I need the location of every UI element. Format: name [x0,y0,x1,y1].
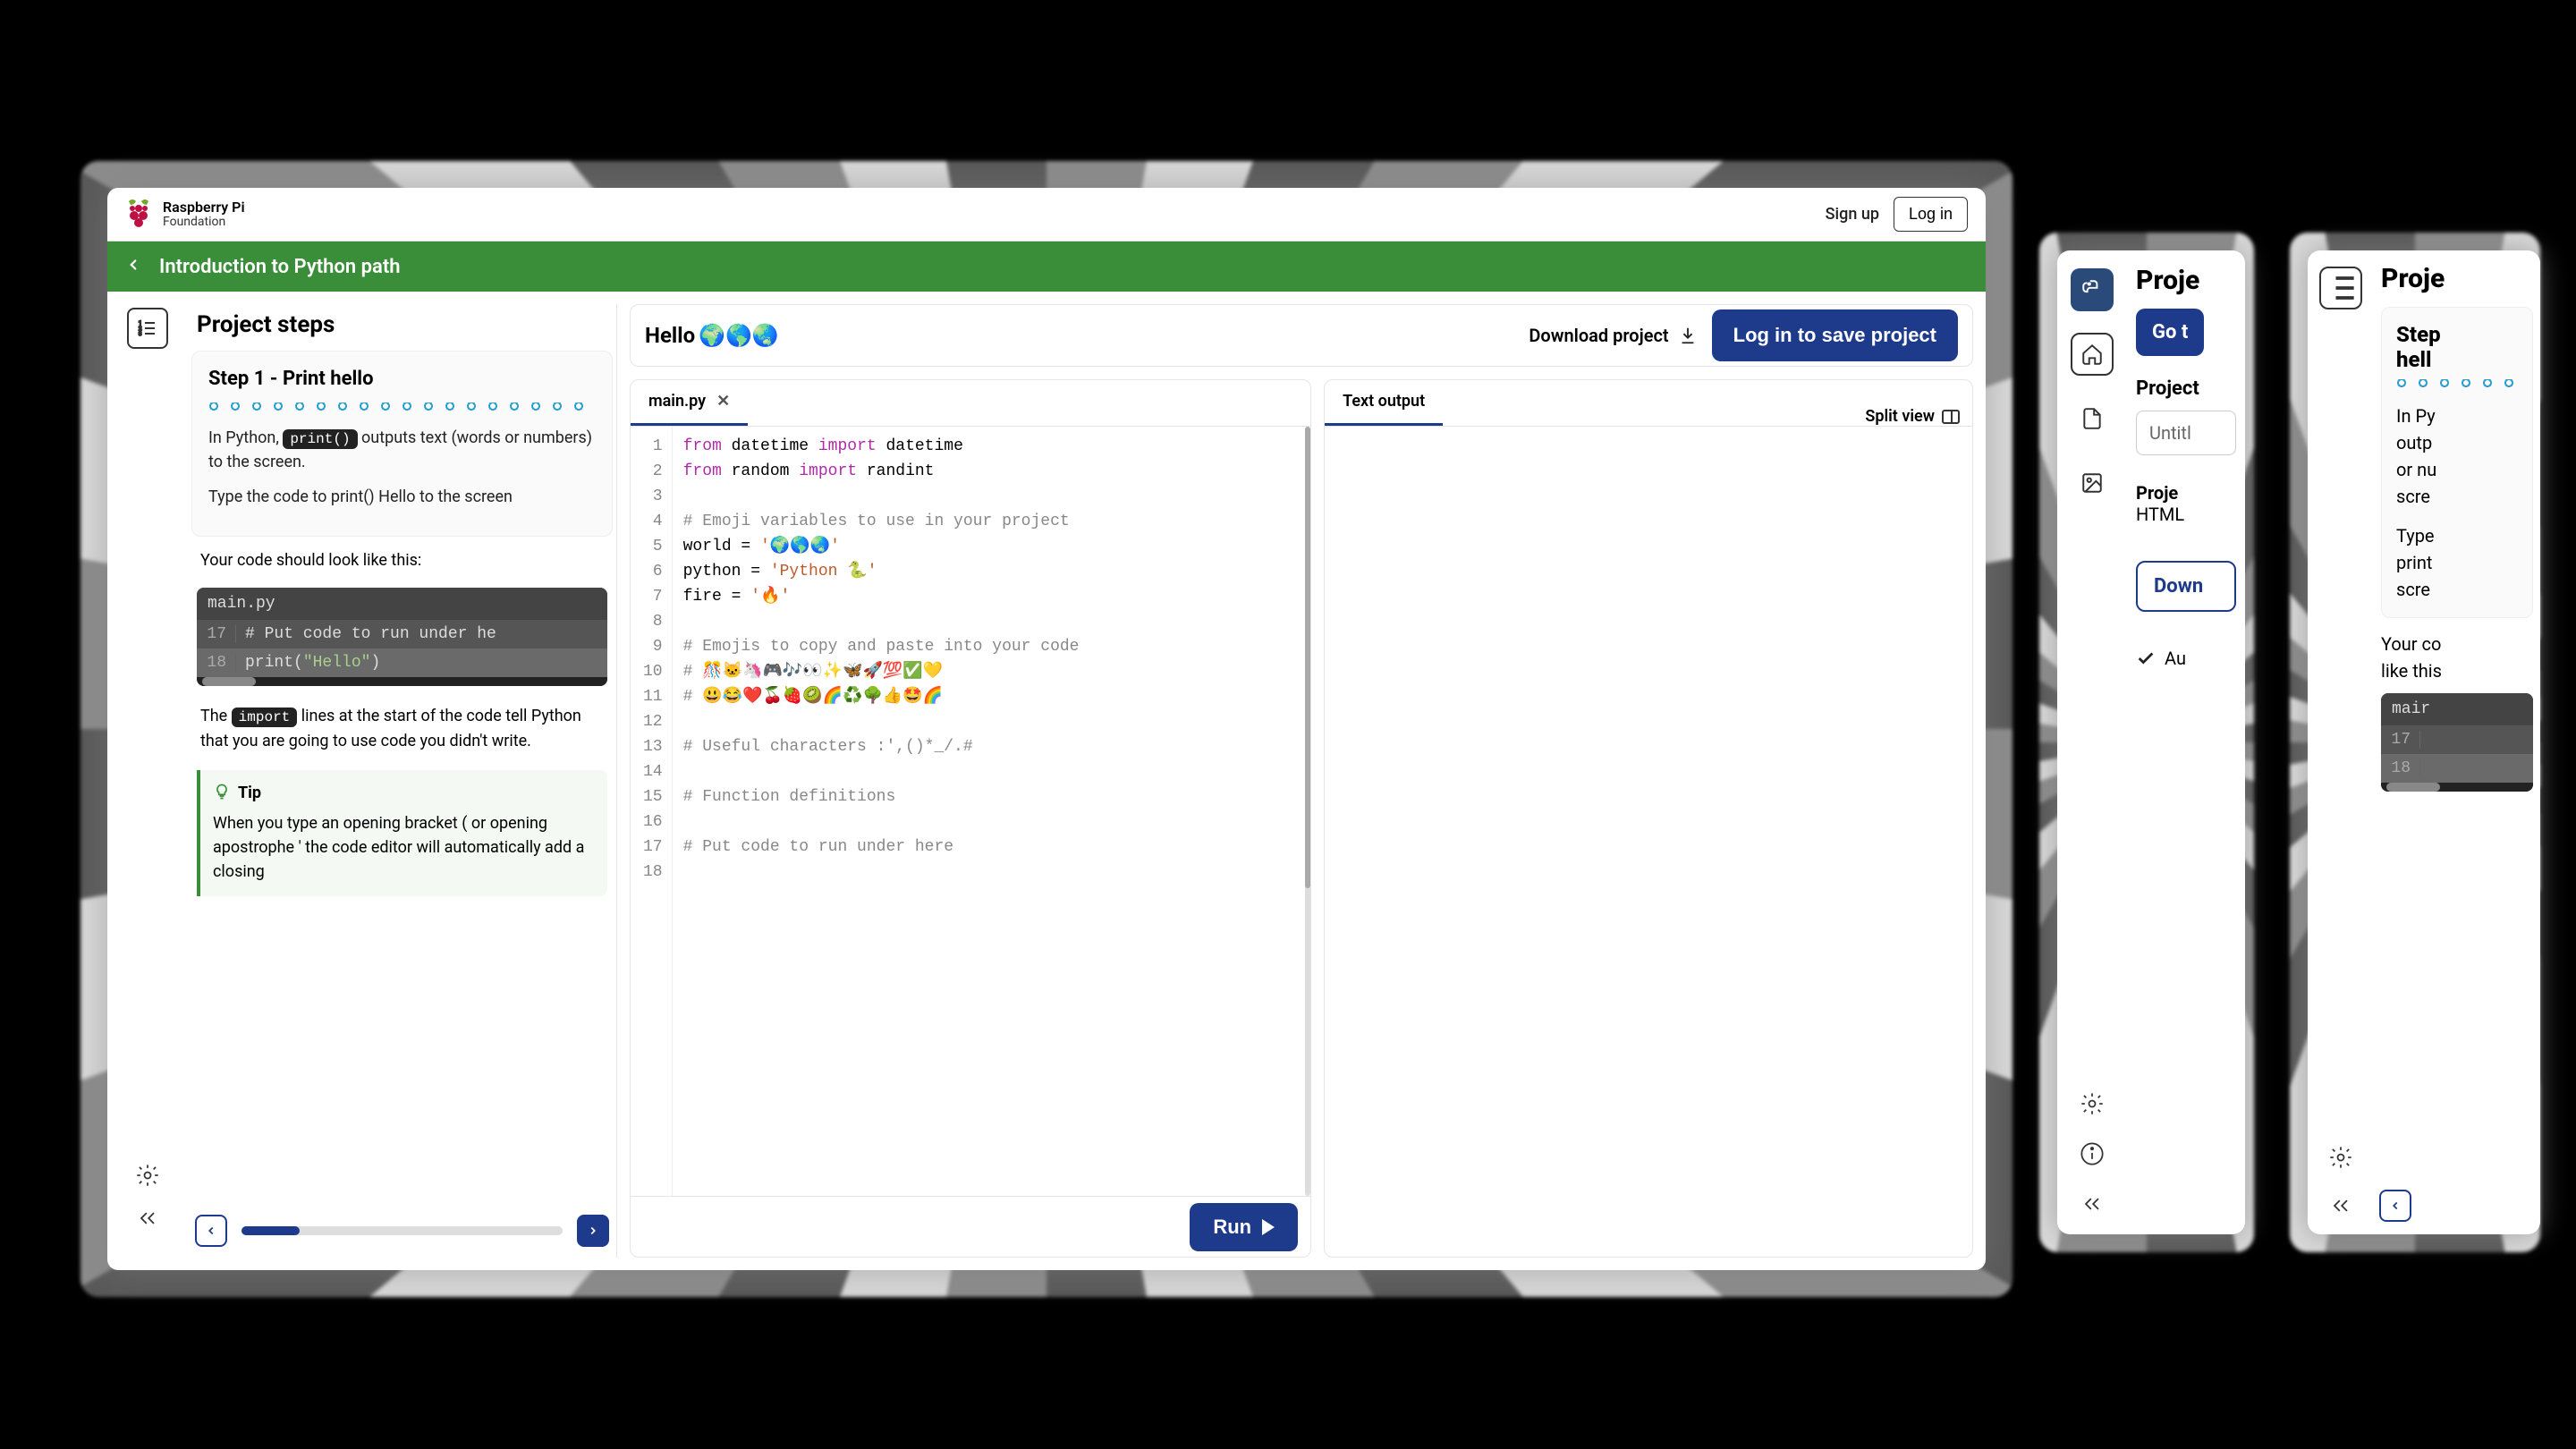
save-project-button[interactable]: Log in to save project [1712,309,1958,361]
partial2-heading: Proje [2136,265,2236,296]
text-output-area [1325,427,1972,1257]
svg-text:3: 3 [139,331,141,337]
project-steps-heading: Project steps [188,304,616,351]
project-steps-content[interactable]: Step 1 - Print hello In Python, print() … [188,351,616,1204]
main-window: Raspberry Pi Foundation Sign up Log in I… [107,188,1986,1270]
left-sidebar-rail: 123 [120,304,175,1258]
editor-tabs: main.py ✕ [631,380,1310,427]
tip-label: Tip [238,784,261,802]
step-card: Step 1 - Print hello In Python, print() … [191,351,613,537]
partial2-projecttype: ProjeHTML [2136,482,2236,525]
tip-callout: Tip When you type an opening bracket ( o… [197,770,607,896]
info-icon[interactable] [2080,1141,2105,1166]
partial2-projectname-input[interactable]: Untitl [2136,411,2236,455]
project-title-emojis: 🌍🌎🌏 [699,323,779,348]
partial3-prev-button[interactable] [2379,1190,2411,1222]
close-tab-icon[interactable]: ✕ [716,392,730,411]
prev-step-button[interactable] [195,1215,227,1247]
step-progress-bar[interactable] [242,1226,563,1235]
home-icon[interactable] [2071,333,2114,376]
next-step-button[interactable] [577,1215,609,1247]
text-output-tab[interactable]: Text output [1325,379,1443,426]
lightbulb-icon [213,783,231,804]
partial-window-steps-narrow: Proje Step hell In Py outp or nu scre Ty… [2308,250,2540,1234]
breadcrumb-bar: Introduction to Python path [107,242,1986,292]
import-code-chip: import [232,708,298,727]
collapse-left-icon[interactable] [135,1206,160,1231]
file-icon[interactable] [2071,397,2114,440]
raspberrypi-logo-icon [125,198,152,232]
partial2-autosave-check: Au [2136,648,2236,669]
editor-tab-mainpy[interactable]: main.py ✕ [631,379,748,426]
tip-text: When you type an opening bracket ( or op… [213,811,595,884]
partial2-projectname-label: Project [2136,377,2236,400]
brand-name: Raspberry Pi Foundation [163,199,245,229]
partial3-code-example: mair 17 18 [2381,693,2533,792]
editor-scrollbar[interactable] [1305,427,1310,1196]
code-editor[interactable]: 123456789101112131415161718 from datetim… [631,427,1310,1196]
code-example: main.py 17 # Put code to run under he 18… [197,588,607,686]
signup-link[interactable]: Sign up [1826,205,1879,224]
step-paragraph-2: Type the code to print() Hello to the sc… [208,485,596,509]
partial3-step-card: Step hell In Py outp or nu scre Type pri… [2381,307,2533,618]
code-preview-label: Your code should look like this: [191,551,613,579]
project-title-bar: Hello 🌍🌎🌏 Download project Log in to sav… [630,304,1973,367]
check-icon [2136,648,2156,668]
partial2-download-button[interactable]: Down [2136,561,2236,612]
partial-window-project-file: Proje Go t Project Untitl ProjeHTML Down… [2057,250,2245,1234]
project-steps-panel: Project steps Step 1 - Print hello In Py… [188,304,617,1258]
back-chevron-icon[interactable] [125,256,141,277]
collapse-left-icon[interactable] [2080,1191,2105,1216]
split-view-icon [1942,410,1960,424]
app-header: Raspberry Pi Foundation Sign up Log in [107,188,1986,242]
step-title: Step 1 - Print hello [208,368,596,390]
python-icon[interactable] [2071,268,2114,311]
import-explanation: The import lines at the start of the cod… [191,695,613,763]
run-button[interactable]: Run [1190,1203,1298,1251]
gear-icon[interactable] [2080,1091,2105,1116]
partial3-step-title: Step hell [2396,322,2518,372]
download-icon [1678,326,1698,345]
download-project-button[interactable]: Download project [1529,325,1697,346]
partial2-primary-button[interactable]: Go t [2136,309,2204,356]
path-title: Introduction to Python path [159,256,401,278]
steps-icon[interactable]: 123 [127,308,168,349]
step-paragraph-1: In Python, print() outputs text (words o… [208,426,596,474]
login-button[interactable]: Log in [1894,197,1968,232]
code-example-tab: main.py [197,588,607,620]
gear-icon[interactable] [2328,1145,2353,1170]
partial3-heading: Proje [2381,263,2533,294]
partial3-note: Your co [2381,631,2533,657]
image-icon[interactable] [2071,462,2114,504]
steps-icon[interactable] [2319,267,2362,309]
code-editor-panel: main.py ✕ 123456789101112131415161718 fr… [630,379,1311,1258]
print-code-chip: print() [283,429,357,449]
steps-nav [188,1204,616,1258]
play-icon [1262,1219,1275,1235]
collapse-left-icon[interactable] [2328,1193,2353,1218]
gear-icon[interactable] [135,1163,160,1188]
split-view-toggle[interactable]: Split view [1865,407,1960,426]
project-title: Hello 🌍🌎🌏 [645,323,779,348]
output-panel: Text output Split view [1324,379,1973,1258]
partial3-note2: like this [2381,657,2533,684]
